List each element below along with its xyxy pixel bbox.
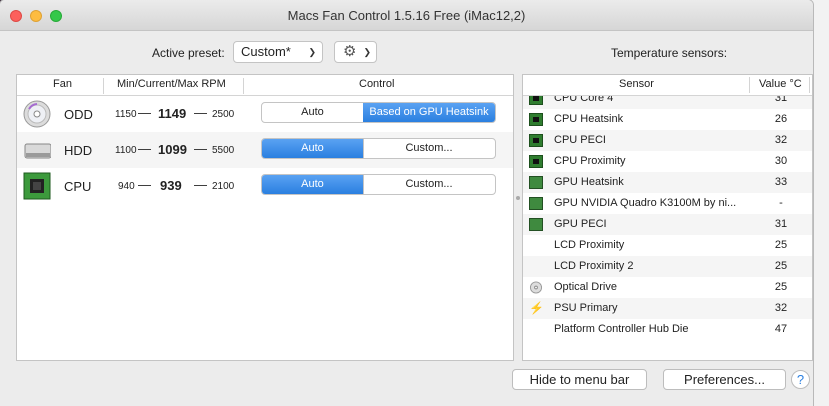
sensor-value: 32 bbox=[774, 302, 788, 314]
sensor-value: 47 bbox=[774, 323, 788, 335]
rpm-min: 1100 bbox=[115, 145, 137, 156]
sensor-row[interactable]: GPU NVIDIA Quadro K3100M by ni... - bbox=[523, 193, 812, 214]
sensor-value: - bbox=[779, 197, 783, 209]
chevron-down-icon: ❯ bbox=[308, 47, 316, 57]
sensor-value: 33 bbox=[774, 176, 788, 188]
sensor-name: LCD Proximity bbox=[554, 239, 625, 251]
sensor-row[interactable]: CPU PECI 32 bbox=[523, 130, 812, 151]
sensor-row[interactable]: LCD Proximity 25 bbox=[523, 235, 812, 256]
fan-row-odd[interactable]: ODD 1150 — 1149 — 2500 Auto Based on GPU… bbox=[17, 96, 513, 132]
gear-icon: ⚙ bbox=[343, 43, 357, 60]
auto-button[interactable]: Auto bbox=[262, 175, 364, 194]
sensor-name: GPU Heatsink bbox=[554, 176, 624, 188]
graphics-card-icon bbox=[529, 218, 543, 231]
optical-disc-icon bbox=[23, 100, 51, 128]
sensor-name: CPU Proximity bbox=[554, 155, 626, 167]
column-header-sensor[interactable]: Sensor bbox=[619, 78, 654, 90]
sensor-row[interactable]: Platform Controller Hub Die 47 bbox=[523, 319, 812, 340]
control-segmented: Auto Custom... bbox=[261, 174, 496, 195]
hard-drive-icon bbox=[24, 143, 51, 159]
sensor-name: Optical Drive bbox=[554, 281, 617, 293]
cpu-chip-icon bbox=[529, 155, 543, 168]
fan-row-hdd[interactable]: HDD 1100 — 1099 — 5500 Auto Custom... bbox=[17, 132, 513, 168]
rpm-max: 2500 bbox=[212, 109, 235, 120]
fan-table: Fan Min/Current/Max RPM Control ODD 1150… bbox=[16, 74, 514, 361]
sensor-table: Sensor Value °C CPU Core 331CPU Core 431… bbox=[522, 74, 813, 361]
sensor-name: CPU PECI bbox=[554, 134, 606, 146]
sensor-value: 25 bbox=[774, 281, 788, 293]
cpu-chip-icon bbox=[529, 113, 543, 126]
power-bolt-icon: ⚡ bbox=[529, 301, 544, 315]
sensor-row[interactable]: GPU Heatsink 33 bbox=[523, 172, 812, 193]
column-header-value[interactable]: Value °C bbox=[759, 78, 802, 90]
fan-name: HDD bbox=[64, 143, 93, 158]
help-button[interactable]: ? bbox=[791, 370, 810, 389]
fan-row-cpu[interactable]: CPU 940 — 939 — 2100 Auto Custom... bbox=[17, 168, 513, 204]
sensor-row[interactable]: LCD Proximity 2 25 bbox=[523, 256, 812, 277]
temperature-sensors-title: Temperature sensors: bbox=[611, 46, 728, 60]
fan-name: CPU bbox=[64, 179, 92, 194]
sensor-name: LCD Proximity 2 bbox=[554, 260, 634, 272]
chevron-down-icon: ❯ bbox=[363, 47, 371, 57]
rpm-max: 2100 bbox=[212, 181, 235, 192]
rpm-current: 1149 bbox=[158, 106, 187, 121]
rpm-min: 1150 bbox=[115, 109, 137, 120]
preferences-button[interactable]: Preferences... bbox=[663, 369, 786, 390]
sensor-value: 31 bbox=[774, 218, 788, 230]
custom-control-button[interactable]: Custom... bbox=[363, 175, 495, 194]
control-segmented: Auto Custom... bbox=[261, 138, 496, 159]
sensor-value: 26 bbox=[774, 113, 788, 125]
control-segmented: Auto Based on GPU Heatsink bbox=[261, 102, 496, 123]
sensor-name: Platform Controller Hub Die bbox=[554, 323, 689, 335]
rpm-min: 940 bbox=[118, 181, 135, 192]
auto-button[interactable]: Auto bbox=[262, 139, 364, 158]
window-title: Macs Fan Control 1.5.16 Free (iMac12,2) bbox=[287, 8, 526, 23]
sensor-table-header: Sensor Value °C bbox=[523, 75, 812, 96]
sensor-name: CPU Heatsink bbox=[554, 113, 624, 125]
preset-dropdown[interactable]: Custom* ❯ bbox=[233, 41, 323, 63]
sensor-row[interactable]: ⚡ PSU Primary 32 bbox=[523, 298, 812, 319]
rpm-current: 1099 bbox=[158, 142, 187, 157]
custom-control-button[interactable]: Custom... bbox=[363, 139, 495, 158]
column-header-fan[interactable]: Fan bbox=[53, 78, 72, 90]
sensor-value: 25 bbox=[774, 239, 788, 251]
preset-value: Custom* bbox=[241, 44, 291, 59]
rpm-max: 5500 bbox=[212, 145, 235, 156]
sensor-name: GPU NVIDIA Quadro K3100M by ni... bbox=[554, 197, 737, 209]
cpu-chip-icon bbox=[529, 134, 543, 147]
graphics-card-icon bbox=[529, 197, 543, 210]
column-header-rpm[interactable]: Min/Current/Max RPM bbox=[117, 78, 226, 90]
sensor-name: GPU PECI bbox=[554, 218, 607, 230]
split-view-handle[interactable] bbox=[516, 196, 520, 200]
fan-table-header: Fan Min/Current/Max RPM Control bbox=[17, 75, 513, 96]
app-window: Macs Fan Control 1.5.16 Free (iMac12,2) … bbox=[0, 0, 813, 406]
settings-menu-button[interactable]: ⚙ ❯ bbox=[334, 41, 377, 63]
hide-to-menu-bar-button[interactable]: Hide to menu bar bbox=[512, 369, 647, 390]
active-preset-label: Active preset: bbox=[152, 46, 225, 60]
title-bar: Macs Fan Control 1.5.16 Free (iMac12,2) bbox=[0, 0, 813, 31]
sensor-value: 32 bbox=[774, 134, 788, 146]
sensor-row[interactable]: CPU Heatsink 26 bbox=[523, 109, 812, 130]
optical-disc-icon bbox=[529, 281, 543, 294]
sensor-name: PSU Primary bbox=[554, 302, 618, 314]
sensor-row[interactable]: GPU PECI 31 bbox=[523, 214, 812, 235]
sensor-value: 25 bbox=[774, 260, 788, 272]
sensor-row[interactable]: CPU Proximity 30 bbox=[523, 151, 812, 172]
fan-name: ODD bbox=[64, 107, 93, 122]
cpu-chip-icon bbox=[23, 172, 51, 200]
graphics-card-icon bbox=[529, 176, 543, 189]
column-header-control[interactable]: Control bbox=[359, 78, 394, 90]
sensor-row[interactable]: Optical Drive 25 bbox=[523, 277, 812, 298]
auto-button[interactable]: Auto bbox=[262, 103, 364, 122]
rpm-current: 939 bbox=[160, 178, 182, 193]
sensor-value: 30 bbox=[774, 155, 788, 167]
custom-control-button[interactable]: Based on GPU Heatsink bbox=[363, 103, 495, 122]
